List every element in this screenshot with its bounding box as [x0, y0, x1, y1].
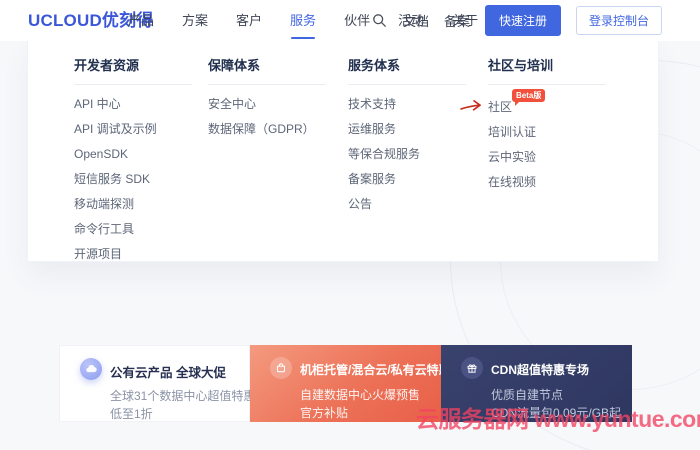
menu-column-assurance: 保障体系 安全中心 数据保障（GDPR） [208, 55, 348, 148]
search-icon[interactable] [372, 13, 388, 29]
icp-filing-link[interactable]: 备案 [444, 11, 470, 30]
quick-register-button[interactable]: 快速注册 [484, 5, 561, 36]
menu-item-cloud-lab[interactable]: 云中实验 [488, 151, 628, 163]
top-navigation-bar: UCLOUD优刻得 产品 方案 客户 服务 伙伴 活动 关于 文档 备案 快速注… [0, 0, 700, 41]
promo-subtitle: 低至1折 [110, 407, 153, 421]
menu-item-opensdk[interactable]: OpenSDK [74, 148, 214, 160]
promo-title: 机柜托管/混合云/私有云特惠 [300, 363, 451, 377]
promo-subtitle: 官方补贴 [300, 406, 349, 420]
menu-item-api-center[interactable]: API 中心 [74, 98, 214, 110]
menu-item-cli-tools[interactable]: 命令行工具 [74, 223, 214, 235]
menu-column-developer-resources: 开发者资源 API 中心 API 调试及示例 OpenSDK 短信服务 SDK … [74, 55, 214, 273]
menu-column-service-system: 服务体系 技术支持 运维服务 等保合规服务 备案服务 公告 [348, 55, 488, 223]
menu-item-api-examples[interactable]: API 调试及示例 [74, 123, 214, 135]
promo-card-hosting[interactable]: 机柜托管/混合云/私有云特惠 自建数据中心火爆预售 官方补贴 [250, 345, 451, 422]
docs-link[interactable]: 文档 [403, 11, 429, 30]
column-title: 保障体系 [208, 58, 261, 73]
menu-item-mobile-probe[interactable]: 移动端探测 [74, 198, 214, 210]
community-link-label: 社区 [488, 100, 513, 114]
menu-item-security-center[interactable]: 安全中心 [208, 98, 348, 110]
header-utility-area: 文档 备案 快速注册 登录控制台 [372, 0, 662, 41]
column-title: 社区与培训 [488, 58, 554, 73]
menu-column-community-training: 社区与培训 社区 Beta版 培训认证 云中实验 在线视频 [460, 55, 628, 201]
beta-badge: Beta版 [512, 89, 546, 106]
menu-item-sms-sdk[interactable]: 短信服务 SDK [74, 173, 214, 185]
promo-title: CDN超值特惠专场 [491, 363, 589, 377]
menu-item-community[interactable]: 社区 Beta版 [460, 89, 546, 114]
nav-item-solutions[interactable]: 方案 [168, 0, 222, 41]
promo-card-public-cloud[interactable]: 公有云产品 全球大促 全球31个数据中心超值特惠 低至1折 [59, 345, 255, 422]
column-title: 开发者资源 [74, 58, 140, 73]
menu-item-online-video[interactable]: 在线视频 [488, 176, 628, 188]
services-dropdown-panel: 开发者资源 API 中心 API 调试及示例 OpenSDK 短信服务 SDK … [27, 41, 659, 262]
nav-item-products[interactable]: 产品 [114, 0, 168, 41]
briefcase-icon [270, 357, 292, 379]
menu-item-compliance[interactable]: 等保合规服务 [348, 148, 488, 160]
promo-title: 公有云产品 全球大促 [110, 366, 226, 380]
menu-item-icp-service[interactable]: 备案服务 [348, 173, 488, 185]
nav-item-customers[interactable]: 客户 [222, 0, 276, 41]
ucloud-services-page: UCLOUD优刻得 产品 方案 客户 服务 伙伴 活动 关于 文档 备案 快速注… [0, 0, 700, 450]
gift-icon [461, 357, 483, 379]
menu-item-ops-service[interactable]: 运维服务 [348, 123, 488, 135]
column-divider [488, 84, 606, 85]
column-title: 服务体系 [348, 58, 401, 73]
red-annotation-arrow-icon [460, 98, 484, 114]
menu-item-announcements[interactable]: 公告 [348, 198, 488, 210]
menu-item-open-source[interactable]: 开源项目 [74, 248, 214, 260]
login-console-button[interactable]: 登录控制台 [575, 6, 662, 35]
promo-subtitle: 全球31个数据中心超值特惠 [110, 389, 256, 403]
site-watermark: 云服务器网 www.yuntue.com [416, 406, 700, 432]
menu-item-training-cert[interactable]: 培训认证 [488, 126, 628, 138]
column-divider [348, 84, 466, 85]
column-divider [74, 84, 192, 85]
nav-item-services[interactable]: 服务 [276, 0, 330, 41]
promo-subtitle: 自建数据中心火爆预售 [300, 388, 421, 402]
cloud-icon [80, 358, 102, 380]
column-divider [208, 84, 326, 85]
menu-item-gdpr[interactable]: 数据保障（GDPR） [208, 123, 348, 135]
